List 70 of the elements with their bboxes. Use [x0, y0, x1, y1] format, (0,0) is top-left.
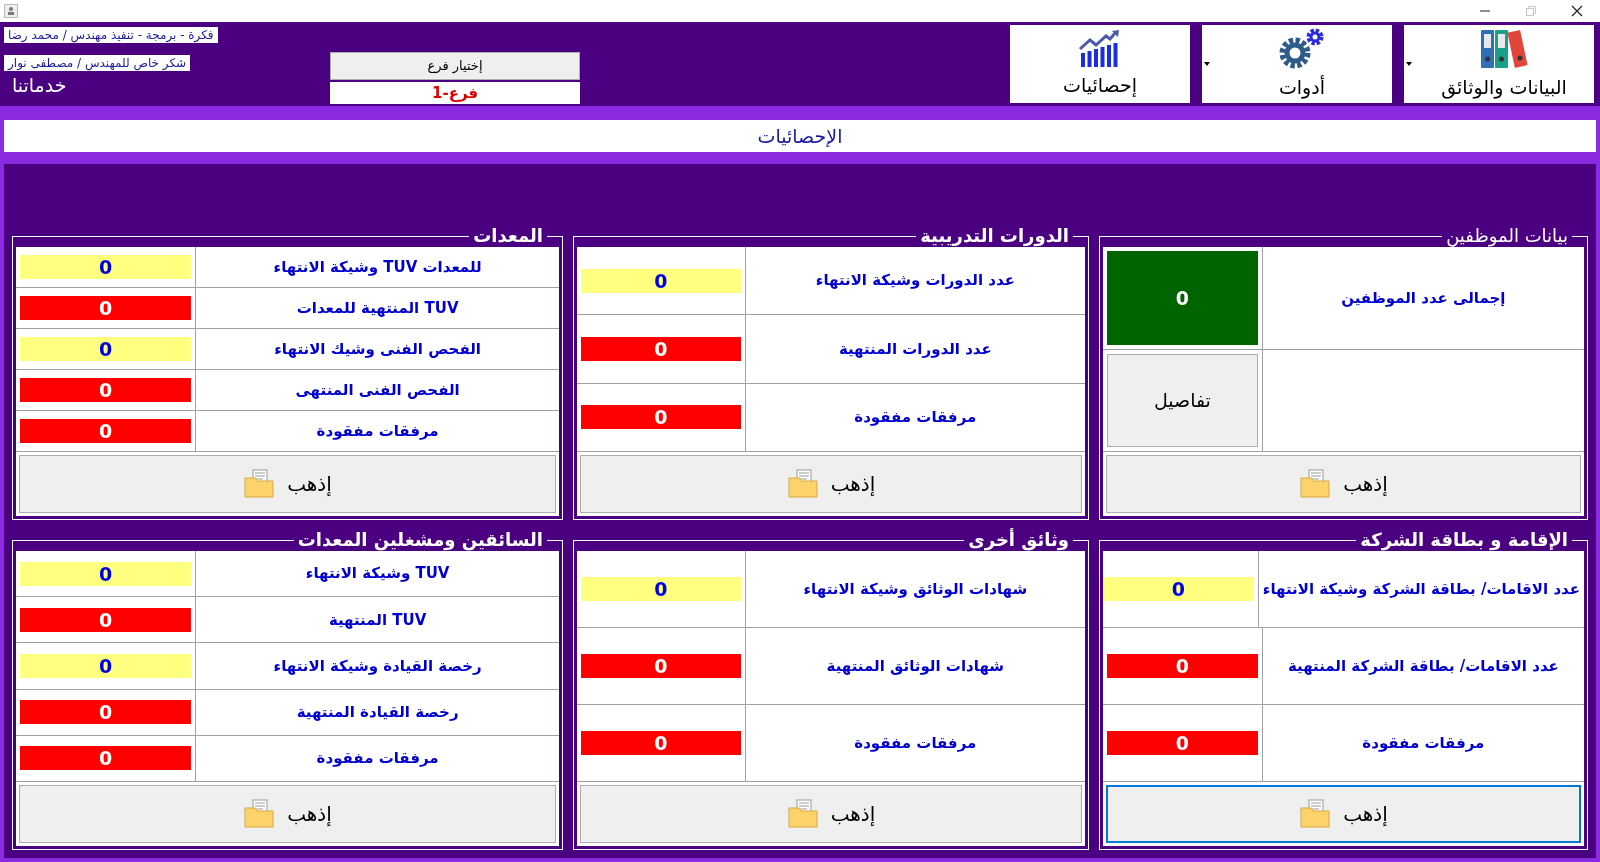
- count-value: 0: [581, 731, 741, 755]
- count-value: 0: [581, 405, 741, 430]
- count-value: 0: [20, 561, 192, 586]
- row-label: TUV المنتهية للمعدات: [296, 297, 459, 319]
- panel-title: السائقين ومشغلين المعدات: [293, 529, 547, 551]
- row-label: عدد الدورات المنتهية: [838, 338, 992, 360]
- count-value: 0: [20, 419, 192, 443]
- count-value: 0: [20, 296, 192, 320]
- row-label: عدد الاقامات/ بطاقة الشركة وشيكة الانتهاء: [1262, 578, 1580, 600]
- row-label: مرفقات مفقودة: [316, 420, 439, 442]
- count-value: 0: [20, 700, 192, 725]
- folder-icon: [243, 798, 276, 830]
- go-button[interactable]: إذهب: [1106, 455, 1581, 513]
- go-button[interactable]: إذهب: [19, 785, 556, 843]
- count-value: 0: [581, 577, 741, 601]
- row-label: مرفقات مفقودة: [854, 407, 977, 429]
- page-title: الإحصائيات: [757, 123, 843, 149]
- branch-field: فرع-1: [330, 82, 580, 104]
- folder-icon: [786, 798, 819, 830]
- row-label: الفحص الفنى وشيك الانتهاء: [274, 338, 481, 360]
- go-button[interactable]: إذهب: [19, 455, 556, 513]
- folder-icon: [1299, 468, 1332, 500]
- folder-icon: [786, 468, 819, 500]
- folder-icon: [243, 468, 276, 500]
- row-label: عدد الاقامات/ بطاقة الشركة المنتهية: [1287, 655, 1559, 677]
- count-value: 0: [20, 607, 192, 632]
- count-value: 0: [1107, 251, 1258, 345]
- panel-title: وثائق أخرى: [964, 529, 1073, 551]
- credit-label: شكر خاص للمهندس / مصطفى نوار: [4, 55, 191, 71]
- count-value: 0: [20, 337, 192, 361]
- go-button[interactable]: إذهب: [1106, 785, 1581, 843]
- row-label: TUV المنتهية: [328, 609, 427, 631]
- credit-label: فكرة - برمجة - تنفيذ مهندس / محمد رضا: [4, 27, 218, 43]
- caret-icon: [1406, 62, 1412, 66]
- services-label: خدماتنا: [11, 75, 67, 95]
- branch-select-button[interactable]: إختيار فرع: [330, 52, 580, 80]
- count-value: 0: [581, 654, 741, 678]
- panel-title: الإقامة و بطاقة الشركة: [1356, 529, 1572, 551]
- row-label: TUV وشيكة الانتهاء: [305, 563, 450, 585]
- count-value: 0: [1103, 577, 1254, 601]
- row-label: مرفقات مفقودة: [316, 748, 439, 770]
- caret-icon: [1204, 62, 1210, 66]
- count-value: 0: [20, 746, 192, 771]
- count-value: 0: [1107, 654, 1258, 678]
- row-label: رخصة القيادة المنتهية: [296, 701, 459, 723]
- row-label: شهادات الوثائق المنتهية: [826, 655, 1005, 677]
- row-label: إجمالى عدد الموظفين: [1341, 287, 1506, 309]
- row-label: مرفقات مفقودة: [854, 732, 977, 754]
- chart-icon: [1078, 28, 1122, 67]
- go-button[interactable]: إذهب: [580, 785, 1082, 843]
- row-label: الفحص الفنى المنتهى: [295, 379, 460, 401]
- go-button[interactable]: إذهب: [580, 455, 1082, 513]
- panel-title: بيانات الموظفين: [1442, 225, 1572, 247]
- count-value: 0: [581, 268, 741, 293]
- close-icon: [1570, 4, 1584, 18]
- app-icon: [4, 4, 18, 18]
- count-value: 0: [20, 378, 192, 402]
- row-label: شهادات الوثائق وشيكة الانتهاء: [803, 578, 1028, 600]
- count-value: 0: [1107, 731, 1258, 755]
- row-label: مرفقات مفقودة: [1362, 732, 1485, 754]
- count-value: 0: [20, 654, 192, 678]
- panel-title: الدورات التدريبية: [916, 225, 1073, 247]
- details-button[interactable]: تفاصيل: [1107, 353, 1258, 447]
- count-value: 0: [581, 337, 741, 361]
- maximize-icon: [1524, 4, 1538, 18]
- row-label: رخصة القيادة وشيكة الانتهاء: [273, 655, 482, 677]
- row-label: للمعدات TUV وشيكة الانتهاء: [273, 256, 482, 278]
- count-value: 0: [20, 255, 192, 279]
- row-label: عدد الدورات وشيكة الانتهاء: [815, 270, 1015, 292]
- folder-icon: [1299, 798, 1332, 830]
